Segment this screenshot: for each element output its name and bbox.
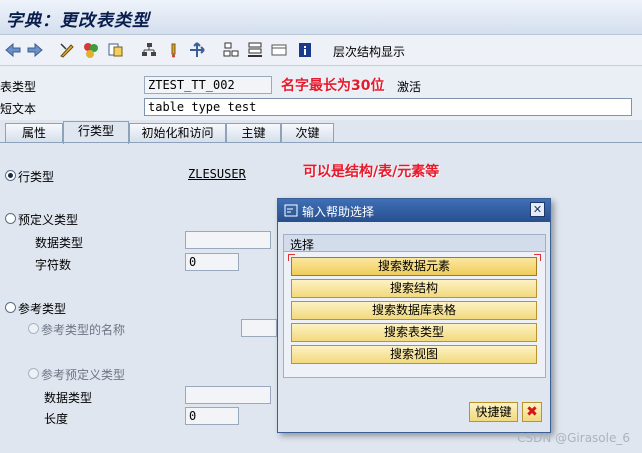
layout-icon[interactable]: [246, 41, 264, 59]
char-count-field: 0: [185, 253, 239, 271]
row-type-input[interactable]: ZLESUSER: [185, 166, 275, 184]
focus-corner-icon: [288, 254, 295, 261]
tab-divider: [0, 142, 642, 143]
search-db-table-button[interactable]: 搜索数据库表格: [291, 301, 537, 320]
short-text-input[interactable]: table type test: [144, 98, 632, 116]
row-type-radio[interactable]: [5, 170, 16, 181]
tab-secondary-key[interactable]: 次键: [281, 123, 334, 142]
watermark: CSDN @Girasole_6: [517, 431, 630, 445]
activate-icon[interactable]: [82, 41, 100, 59]
search-table-type-button[interactable]: 搜索表类型: [291, 323, 537, 342]
forward-arrow-icon[interactable]: [26, 41, 44, 59]
predefined-type-label: 预定义类型: [18, 213, 79, 227]
table-type-field: ZTEST_TT_002: [144, 76, 272, 94]
annotation-name-length: 名字最长为30位: [281, 78, 385, 94]
tab-init-access[interactable]: 初始化和访问: [129, 123, 226, 142]
selection-group-header: 选择: [284, 235, 545, 252]
reference-predefined-label: 参考预定义类型: [41, 368, 126, 382]
structure-icon[interactable]: [222, 41, 240, 59]
reference-data-type-label: 数据类型: [44, 391, 93, 405]
reference-predefined-radio: [28, 368, 39, 379]
hierarchy-display-button[interactable]: 层次结构显示: [333, 43, 405, 60]
cancel-icon[interactable]: ✖: [522, 402, 542, 422]
display-change-icon[interactable]: [58, 41, 76, 59]
input-help-dialog: 输入帮助选择 ✕ 选择 搜索数据元素 搜索结构 搜索数据库表格 搜索表类型 搜索…: [277, 198, 551, 433]
dialog-title: 输入帮助选择: [302, 205, 375, 219]
length-field: 0: [185, 407, 239, 425]
dialog-title-bar[interactable]: 输入帮助选择 ✕: [278, 199, 550, 222]
length-label: 长度: [44, 412, 69, 426]
shortcut-button[interactable]: 快捷键: [469, 402, 518, 422]
reference-name-radio: [28, 323, 39, 334]
reference-data-type-field: [185, 386, 271, 404]
back-arrow-icon[interactable]: [4, 41, 22, 59]
where-used-icon[interactable]: [164, 41, 182, 59]
short-text-label: 短文本: [0, 102, 37, 116]
header-area: 表类型 ZTEST_TT_002 名字最长为30位 激活 短文本 table t…: [0, 66, 642, 120]
title-bar: 字典：更改表类型: [0, 0, 642, 35]
status-text: 激活: [397, 80, 422, 94]
focus-corner-icon: [534, 254, 541, 261]
table-view-icon[interactable]: [270, 41, 288, 59]
hierarchy-icon[interactable]: [140, 41, 158, 59]
table-type-label: 表类型: [0, 80, 37, 94]
dialog-window-icon: [284, 204, 298, 217]
selection-group: 选择 搜索数据元素 搜索结构 搜索数据库表格 搜索表类型 搜索视图: [283, 234, 546, 378]
navigate-icon[interactable]: [188, 41, 206, 59]
tab-strip: 属性 行类型 初始化和访问 主键 次键: [0, 121, 642, 144]
row-type-label: 行类型: [18, 170, 55, 184]
search-data-element-button[interactable]: 搜索数据元素: [291, 257, 537, 276]
toolbar: 层次结构显示: [0, 35, 642, 66]
reference-type-radio[interactable]: [5, 302, 16, 313]
object-list-icon[interactable]: [106, 41, 124, 59]
search-structure-button[interactable]: 搜索结构: [291, 279, 537, 298]
annotation-row-type: 可以是结构/表/元素等: [303, 164, 440, 180]
tab-row-type[interactable]: 行类型: [63, 121, 129, 144]
selection-group-label: 选择: [290, 238, 315, 252]
predefined-type-radio[interactable]: [5, 213, 16, 224]
reference-name-field: [241, 319, 277, 337]
window-title: 字典：更改表类型: [6, 11, 150, 31]
tab-attributes[interactable]: 属性: [5, 123, 63, 142]
data-type-field: [185, 231, 271, 249]
tab-primary-key[interactable]: 主键: [226, 123, 281, 142]
info-icon[interactable]: [296, 41, 314, 59]
search-view-button[interactable]: 搜索视图: [291, 345, 537, 364]
reference-name-label: 参考类型的名称: [41, 323, 126, 337]
reference-type-label: 参考类型: [18, 302, 67, 316]
data-type-label: 数据类型: [35, 236, 84, 250]
char-count-label: 字符数: [35, 258, 72, 272]
dialog-close-button[interactable]: ✕: [530, 202, 545, 217]
